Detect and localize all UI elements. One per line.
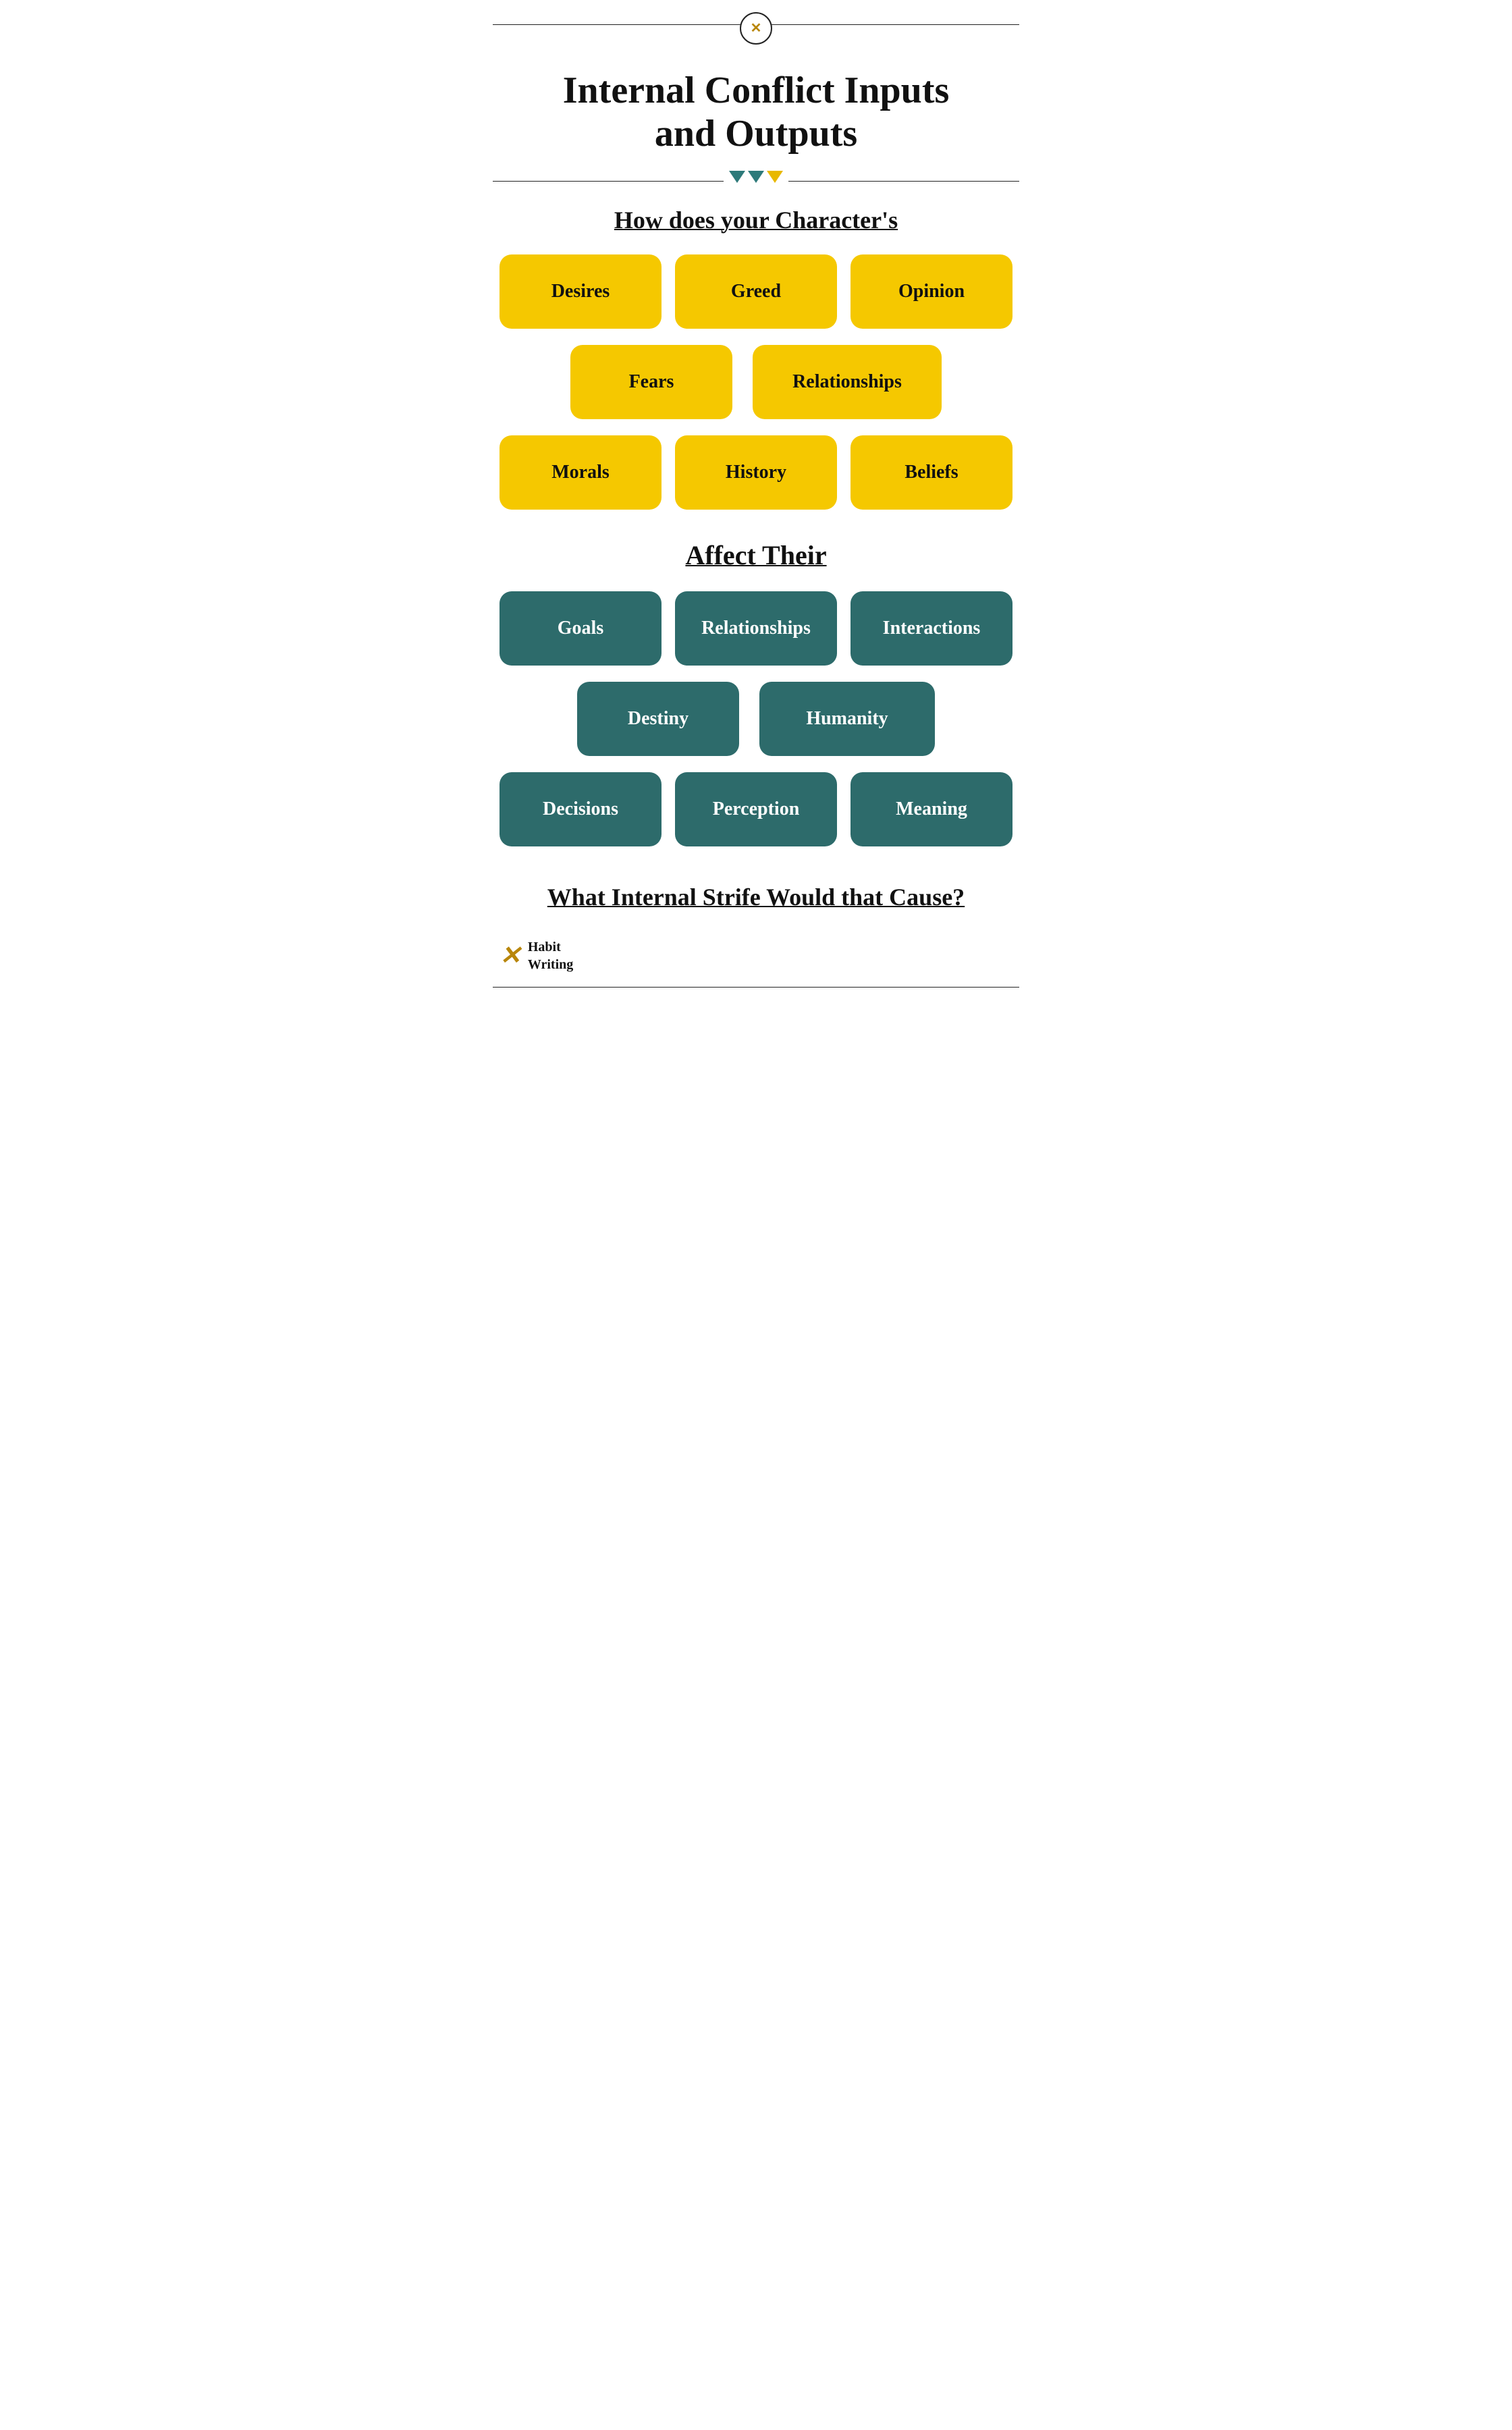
section-affect-label: Affect Their	[473, 526, 1040, 591]
card-opinion: Opinion	[850, 254, 1013, 329]
card-fears: Fears	[570, 345, 732, 419]
inputs-grid: Desires Greed Opinion Fears Relationship…	[473, 254, 1040, 510]
page: ✕ Internal Conflict Inputs and Outputs H…	[473, 0, 1040, 1015]
section-how-label: How does your Character's	[473, 199, 1040, 254]
main-title: Internal Conflict Inputs and Outputs	[513, 69, 999, 156]
card-meaning: Meaning	[850, 772, 1013, 846]
card-desires: Desires	[500, 254, 662, 329]
arrow-teal-1	[729, 171, 745, 183]
card-history: History	[675, 435, 837, 510]
card-goals: Goals	[500, 591, 662, 666]
outputs-row-2: Destiny Humanity	[500, 682, 1013, 756]
logo-circle: ✕	[740, 12, 772, 45]
inputs-row-2: Fears Relationships	[500, 345, 1013, 419]
brand-logo-icon: ✕	[500, 943, 521, 969]
card-relationships-in: Relationships	[753, 345, 942, 419]
logo-icon: ✕	[751, 22, 762, 35]
arrow-gold	[767, 171, 783, 183]
arrow-teal-2	[748, 171, 764, 183]
outputs-row-3: Decisions Perception Meaning	[500, 772, 1013, 846]
divider-arrows	[724, 171, 788, 183]
divider-section	[473, 163, 1040, 199]
card-humanity: Humanity	[759, 682, 935, 756]
outputs-grid: Goals Relationships Interactions Destiny…	[473, 591, 1040, 846]
brand-name: Habit Writing	[528, 938, 573, 973]
card-morals: Morals	[500, 435, 662, 510]
outputs-row-1: Goals Relationships Interactions	[500, 591, 1013, 666]
card-destiny: Destiny	[577, 682, 739, 756]
card-perception: Perception	[675, 772, 837, 846]
card-beliefs: Beliefs	[850, 435, 1013, 510]
card-relationships-out: Relationships	[675, 591, 837, 666]
bottom-brand: ✕ Habit Writing	[473, 932, 1040, 987]
bottom-question: What Internal Strife Would that Cause?	[473, 863, 1040, 932]
bottom-line	[493, 987, 1019, 988]
top-logo-bar: ✕	[473, 0, 1040, 49]
card-interactions: Interactions	[850, 591, 1013, 666]
inputs-row-3: Morals History Beliefs	[500, 435, 1013, 510]
inputs-row-1: Desires Greed Opinion	[500, 254, 1013, 329]
title-section: Internal Conflict Inputs and Outputs	[473, 49, 1040, 163]
card-greed: Greed	[675, 254, 837, 329]
card-decisions: Decisions	[500, 772, 662, 846]
